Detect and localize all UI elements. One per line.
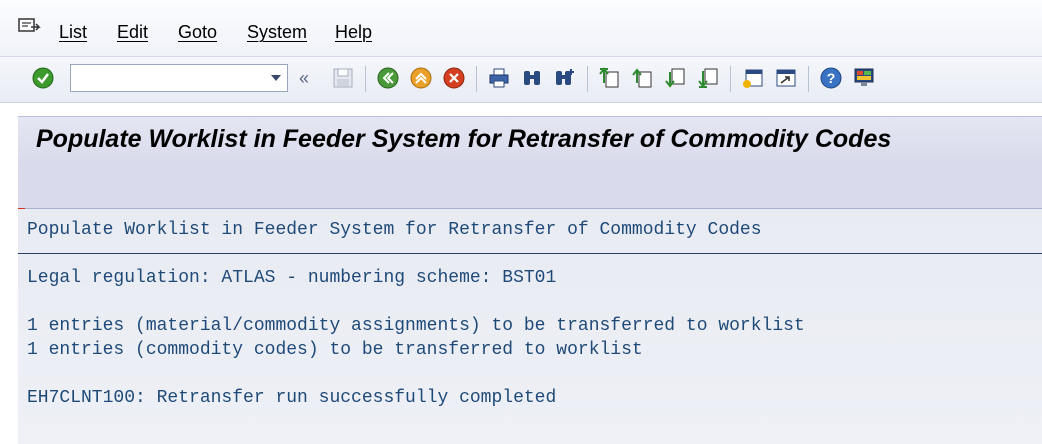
print-icon[interactable]: [488, 67, 510, 89]
list-line-commodity-codes: 1 entries (commodity codes) to be transf…: [27, 340, 643, 360]
find-next-icon[interactable]: [554, 67, 576, 89]
svg-text:?: ?: [827, 70, 836, 86]
exit-icon[interactable]: [410, 67, 432, 89]
title-bar: Populate Worklist in Feeder System for R…: [18, 116, 1042, 163]
find-icon[interactable]: [521, 67, 543, 89]
cancel-icon[interactable]: [443, 67, 465, 89]
standard-toolbar: « ?: [0, 57, 1042, 103]
list-line-completion: EH7CLNT100: Retransfer run successfully …: [27, 388, 557, 408]
list-line-assignments: 1 entries (material/commodity assignment…: [27, 316, 805, 336]
application-toolbar: [18, 162, 1042, 209]
toolbar-separator: [476, 66, 477, 92]
toolbar-separator: [365, 66, 366, 92]
shortcut-icon[interactable]: [775, 67, 797, 89]
system-menu-icon[interactable]: [17, 17, 41, 39]
toolbar-separator: [587, 66, 588, 92]
help-icon[interactable]: ?: [820, 67, 842, 89]
list-output: Populate Worklist in Feeder System for R…: [18, 209, 1042, 444]
toolbar-separator: [808, 66, 809, 92]
menu-edit[interactable]: Edit: [117, 22, 148, 43]
left-frame-strip: [0, 116, 18, 444]
menu-list[interactable]: List: [59, 22, 87, 43]
menu-bar: List Edit Goto System Help: [0, 0, 1042, 57]
command-field[interactable]: [70, 64, 288, 92]
menu-goto[interactable]: Goto: [178, 22, 217, 43]
next-page-icon[interactable]: [664, 67, 686, 89]
page-title: Populate Worklist in Feeder System for R…: [36, 125, 892, 153]
create-session-icon[interactable]: [742, 67, 764, 89]
list-header-rule: [18, 253, 1042, 254]
back-icon[interactable]: [377, 67, 399, 89]
menu-help[interactable]: Help: [335, 22, 372, 43]
collapse-icon[interactable]: «: [299, 68, 315, 90]
last-page-icon[interactable]: [697, 67, 719, 89]
layout-menu-icon[interactable]: [853, 67, 875, 89]
command-dropdown-icon[interactable]: [271, 75, 281, 81]
toolbar-separator: [730, 66, 731, 92]
previous-page-icon[interactable]: [631, 67, 653, 89]
list-line-regulation: Legal regulation: ATLAS - numbering sche…: [27, 268, 557, 288]
list-header: Populate Worklist in Feeder System for R…: [27, 220, 762, 240]
first-page-icon[interactable]: [598, 67, 620, 89]
menu-system[interactable]: System: [247, 22, 307, 43]
save-icon[interactable]: [332, 67, 354, 89]
enter-icon[interactable]: [32, 67, 54, 89]
